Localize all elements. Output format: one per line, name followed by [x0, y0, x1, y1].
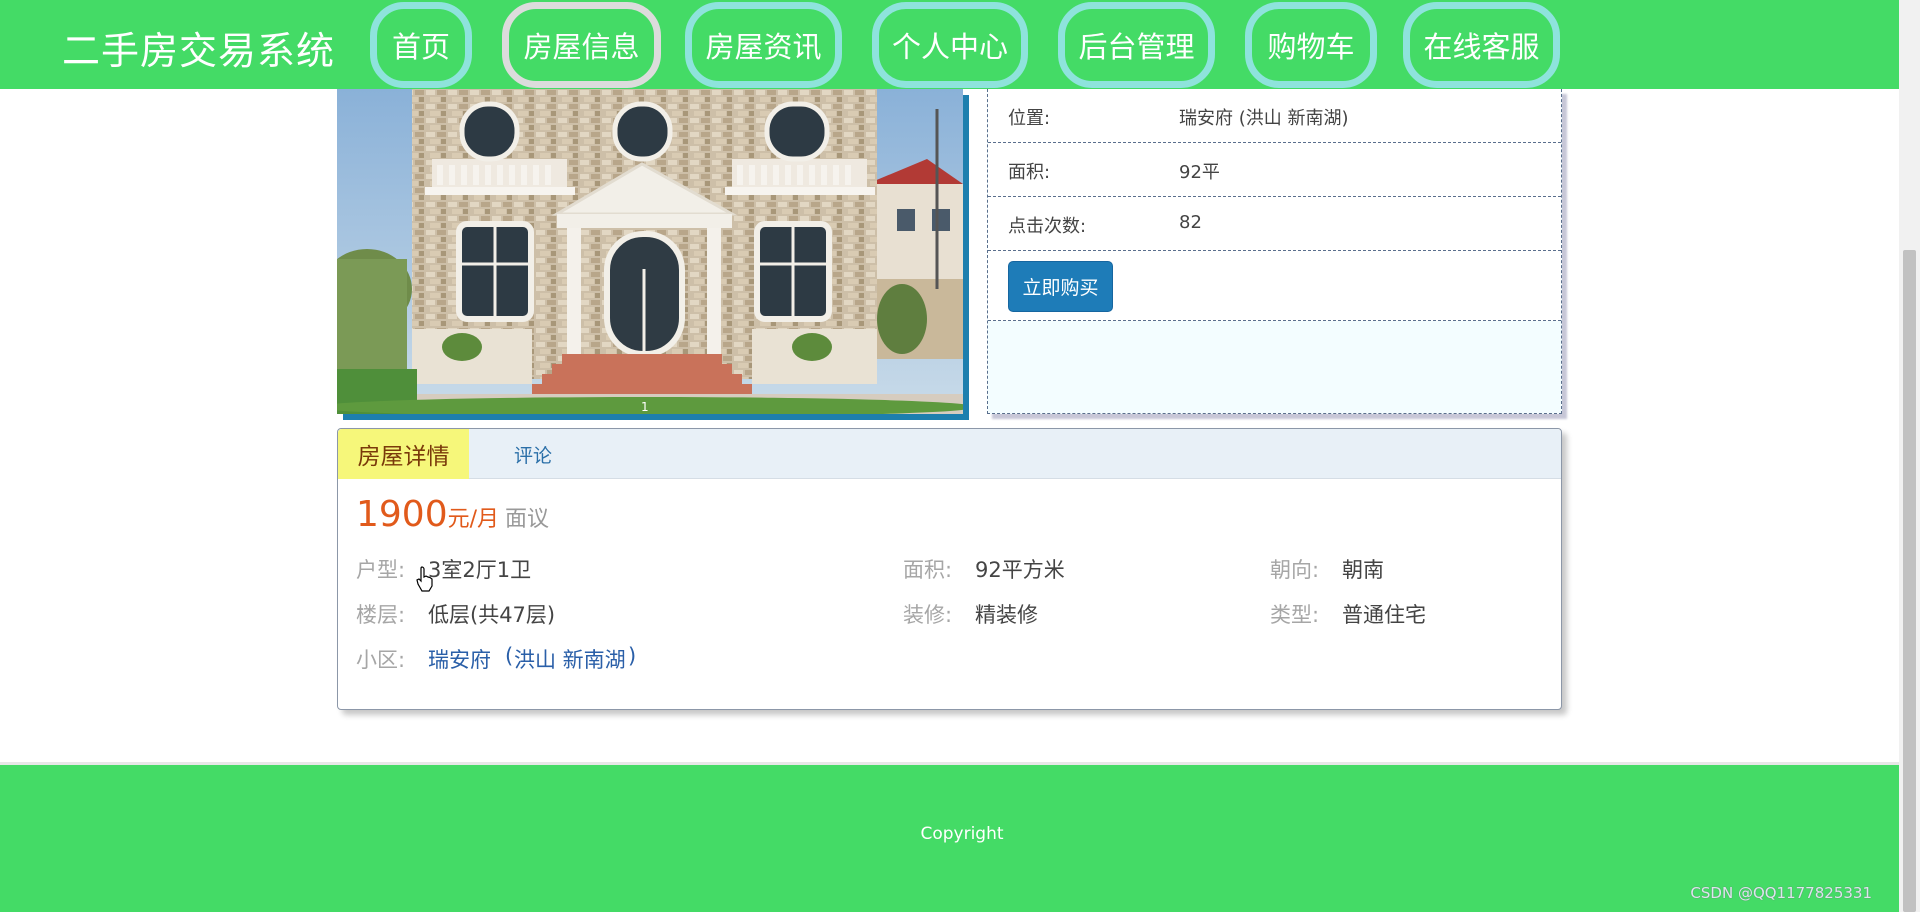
- buy-now-button[interactable]: 立即购买: [1008, 261, 1113, 312]
- info-row-clicks: 点击次数: 82: [988, 197, 1561, 251]
- layout-value: 3室2厅1卫: [428, 558, 532, 582]
- detail-area-label: 面积:: [903, 558, 953, 582]
- decoration-value: 精装修: [975, 603, 1038, 627]
- tab-comments[interactable]: 评论: [469, 429, 597, 479]
- nav-admin[interactable]: 后台管理: [1058, 2, 1215, 88]
- nav-home[interactable]: 首页: [370, 2, 472, 88]
- community-label: 小区:: [356, 648, 406, 672]
- location-value: 瑞安府 (洪山 新南湖): [1179, 108, 1349, 129]
- slide-indicator[interactable]: 1: [641, 400, 649, 414]
- decoration-label: 装修:: [903, 603, 953, 627]
- house-info-panel: 位置: 瑞安府 (洪山 新南湖) 面积: 92平 点击次数: 82 立即购买: [987, 54, 1562, 414]
- page-scrollbar[interactable]: [1899, 0, 1920, 912]
- top-navbar: 二手房交易系统 首页 房屋信息 房屋资讯 个人中心 后台管理 购物车 在线客服: [0, 0, 1899, 89]
- info-row-area: 面积: 92平: [988, 143, 1561, 197]
- rent-price: 1900元/月 面议: [356, 494, 549, 535]
- scrollbar-thumb[interactable]: [1903, 250, 1916, 912]
- area-label: 面积:: [1008, 162, 1051, 183]
- layout-label: 户型:: [356, 558, 406, 582]
- clicks-value: 82: [1179, 212, 1202, 233]
- community-district-link[interactable]: 洪山 新南湖: [514, 644, 626, 674]
- type-value: 普通住宅: [1342, 603, 1426, 627]
- nav-cart[interactable]: 购物车: [1245, 2, 1377, 88]
- detail-area-value: 92平方米: [975, 558, 1065, 582]
- clicks-label: 点击次数:: [1008, 216, 1087, 237]
- hand-cursor-icon: [416, 566, 433, 592]
- community-paren-open: (: [505, 644, 514, 668]
- nav-house-news[interactable]: 房屋资讯: [685, 2, 842, 88]
- detail-tabbar: 房屋详情 评论: [338, 429, 1561, 479]
- page-footer: Copyright CSDN @QQ1177825331: [0, 762, 1899, 912]
- orientation-label: 朝向:: [1270, 558, 1320, 582]
- location-label: 位置:: [1008, 108, 1051, 129]
- house-photo: 1: [337, 89, 963, 414]
- house-detail-card: 房屋详情 评论 1900元/月 面议 户型: 3室2厅1卫 面积: 92平方米 朝…: [337, 428, 1562, 710]
- nav-personal-center[interactable]: 个人中心: [872, 2, 1028, 88]
- tab-house-detail[interactable]: 房屋详情: [338, 429, 469, 479]
- nav-online-service[interactable]: 在线客服: [1403, 2, 1560, 88]
- area-value: 92平: [1179, 162, 1220, 183]
- negotiable-label: 面议: [505, 507, 550, 532]
- copyright-text: Copyright: [920, 824, 1004, 844]
- info-row-location: 位置: 瑞安府 (洪山 新南湖): [988, 89, 1561, 143]
- site-brand[interactable]: 二手房交易系统: [62, 20, 335, 75]
- nav-house-info[interactable]: 房屋信息: [502, 2, 661, 88]
- community-paren-close: ): [628, 644, 637, 668]
- price-unit: 元/月: [447, 507, 500, 532]
- floor-value: 低层(共47层): [428, 603, 556, 627]
- community-name-link[interactable]: 瑞安府: [428, 644, 491, 674]
- price-amount: 1900: [356, 494, 448, 535]
- orientation-value: 朝南: [1342, 558, 1384, 582]
- buy-row: 立即购买: [988, 251, 1561, 321]
- csdn-watermark: CSDN @QQ1177825331: [1690, 884, 1872, 902]
- floor-label: 楼层:: [356, 603, 406, 627]
- type-label: 类型:: [1270, 603, 1320, 627]
